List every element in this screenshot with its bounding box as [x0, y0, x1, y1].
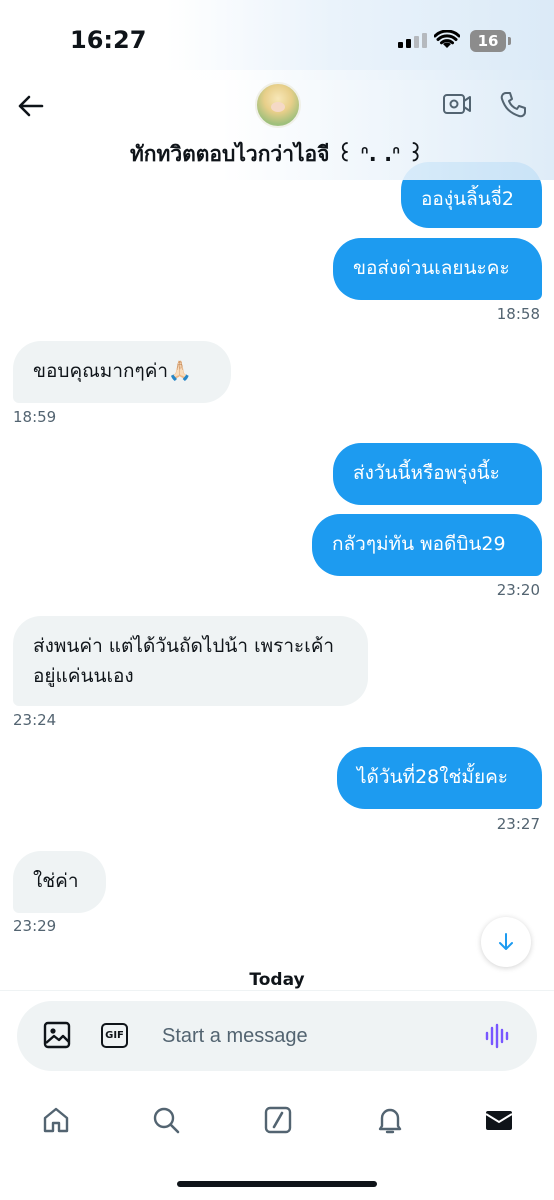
message-timestamp: 18:59 — [13, 408, 57, 426]
phone-icon — [500, 92, 526, 118]
message-input[interactable] — [150, 1014, 460, 1058]
nav-search[interactable] — [146, 1100, 186, 1140]
message-bubble-outgoing[interactable]: ขอส่งด่วนเลยนะคะ — [333, 238, 542, 300]
arrow-left-icon — [18, 95, 44, 117]
search-icon — [153, 1107, 180, 1134]
message-timestamp: 23:24 — [13, 711, 57, 729]
message-text: ขอบคุณมากๆค่า🙏🏻 — [33, 360, 192, 382]
conversation-header: ทักทวิตตอบไวกว่าไอจี ꒰ ᐢ. .ᐢ ꒱ — [0, 70, 554, 180]
gif-label: GIF — [105, 1030, 124, 1041]
message-bubble-outgoing[interactable]: กลัวๆม่ทัน พอดีบิน29 — [312, 514, 542, 576]
message-text: ส่งพนค่า แต่ได้วันถัดไปน้า เพราะเค้าอยู่… — [33, 635, 335, 687]
video-camera-icon — [443, 94, 471, 114]
message-timestamp: 23:27 — [496, 815, 540, 833]
nav-home[interactable] — [36, 1100, 76, 1140]
message-text: ขอส่งด่วนเลยนะคะ — [353, 257, 510, 279]
message-bubble-incoming[interactable]: ใช่ค่า — [13, 851, 106, 913]
message-timestamp: 18:58 — [496, 305, 540, 323]
message-text: ส่งวันนี้หรือพรุ่งนี้ะ — [353, 462, 500, 484]
message-bubble-incoming[interactable]: ขอบคุณมากๆค่า🙏🏻 — [13, 341, 231, 403]
back-button[interactable] — [12, 88, 48, 124]
message-text: กลัวๆม่ทัน พอดีบิน29 — [332, 533, 506, 555]
message-bubble-outgoing[interactable]: ได้วันที่28ใช่มั้ยคะ — [337, 747, 542, 809]
message-bubble-incoming[interactable]: ส่งพนค่า แต่ได้วันถัดไปน้า เพราะเค้าอยู่… — [13, 616, 368, 706]
home-indicator — [177, 1181, 377, 1187]
message-timestamp: 23:29 — [13, 917, 57, 935]
avatar[interactable] — [255, 82, 301, 128]
image-icon — [43, 1021, 71, 1049]
gif-button[interactable]: GIF — [101, 1023, 128, 1048]
conversation-title[interactable]: ทักทวิตตอบไวกว่าไอจี ꒰ ᐢ. .ᐢ ꒱ — [0, 138, 554, 171]
video-call-button[interactable] — [442, 92, 472, 120]
nav-grok[interactable] — [258, 1100, 298, 1140]
arrow-down-icon — [499, 933, 513, 950]
nav-messages[interactable] — [479, 1100, 519, 1140]
envelope-icon — [485, 1111, 513, 1130]
message-timestamp: 23:20 — [496, 581, 540, 599]
message-bubble-outgoing[interactable]: ส่งวันนี้หรือพรุ่งนี้ะ — [333, 443, 542, 505]
home-icon — [43, 1107, 69, 1133]
message-text: ได้วันที่28ใช่มั้ยคะ — [357, 766, 508, 788]
message-text: อองุ่นลิ้นจี่2 — [421, 188, 514, 210]
add-image-button[interactable] — [42, 1020, 72, 1054]
nav-notifications[interactable] — [370, 1100, 410, 1140]
bell-icon — [378, 1108, 402, 1134]
voice-message-button[interactable] — [484, 1022, 512, 1054]
voice-call-button[interactable] — [498, 90, 528, 124]
grok-icon — [264, 1106, 292, 1134]
voice-waveform-icon — [485, 1023, 509, 1049]
message-text: ใช่ค่า — [33, 870, 79, 892]
scroll-to-latest-button[interactable] — [481, 917, 531, 967]
date-divider: Today — [249, 970, 305, 990]
